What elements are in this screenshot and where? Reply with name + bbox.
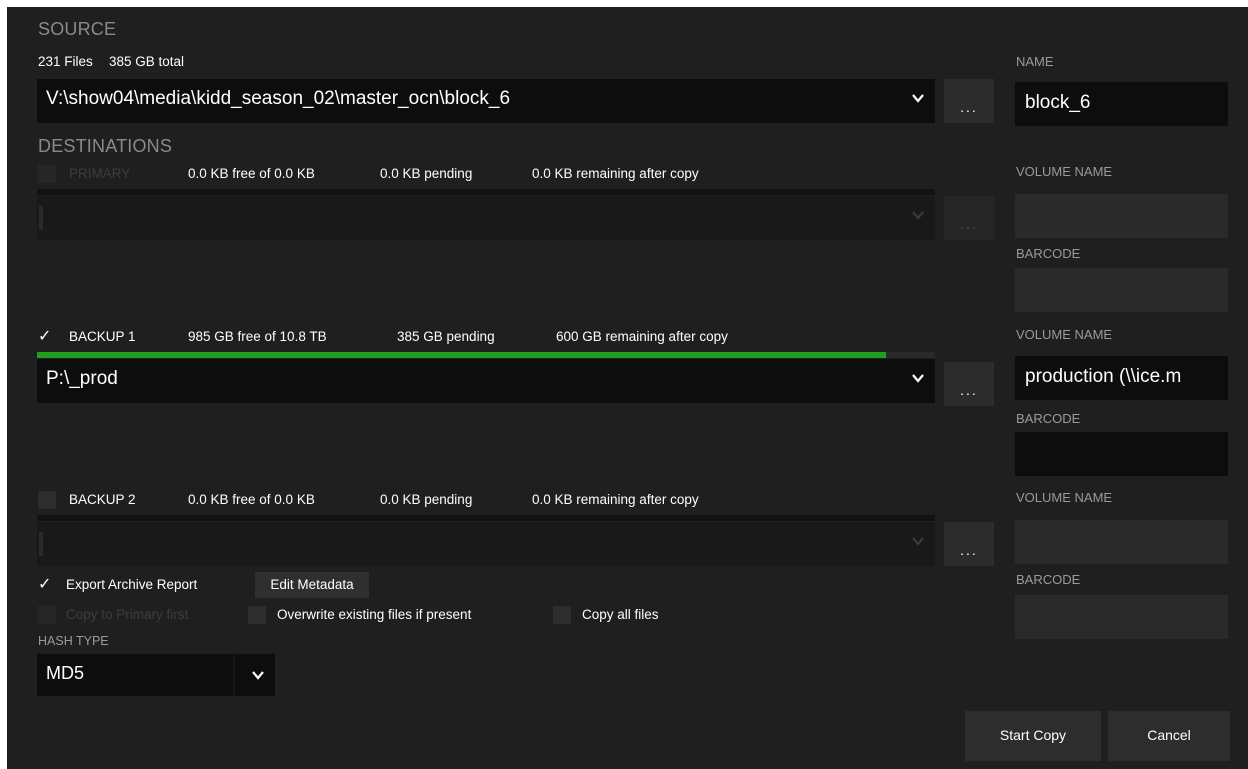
primary-browse-button[interactable]: ... xyxy=(944,196,994,240)
hash-type-dropdown[interactable]: MD5 xyxy=(37,654,275,696)
hash-type-divider xyxy=(233,654,235,696)
backup2-browse-button[interactable]: ... xyxy=(944,522,994,566)
primary-progress-bar xyxy=(37,189,935,195)
source-file-count: 231 Files xyxy=(38,54,93,69)
copy-all-files-checkbox[interactable] xyxy=(553,606,571,624)
overwrite-existing-checkbox[interactable] xyxy=(248,606,266,624)
primary-barcode-label: BARCODE xyxy=(1016,246,1081,261)
copy-dialog: SOURCE 231 Files 385 GB total V:\show04\… xyxy=(7,7,1248,769)
backup2-label: BACKUP 2 xyxy=(69,492,136,507)
backup2-barcode-field[interactable] xyxy=(1015,595,1228,639)
source-path-dropdown[interactable]: V:\show04\media\kidd_season_02\master_oc… xyxy=(37,79,935,123)
primary-volume-name-field[interactable] xyxy=(1015,194,1228,238)
chevron-down-icon[interactable] xyxy=(911,371,925,385)
backup2-progress-bar xyxy=(37,515,935,521)
backup1-path-dropdown[interactable]: P:\_prod xyxy=(37,359,935,403)
name-field[interactable]: block_6 xyxy=(1015,82,1228,126)
primary-pending: 0.0 KB pending xyxy=(380,166,473,181)
backup1-browse-button[interactable]: ... xyxy=(944,362,994,406)
export-archive-report-label: Export Archive Report xyxy=(66,577,198,592)
backup2-path-dropdown[interactable] xyxy=(37,522,935,566)
backup1-label: BACKUP 1 xyxy=(69,329,136,344)
backup1-path-value: P:\_prod xyxy=(46,368,118,389)
export-archive-report-checkbox[interactable]: ✓ xyxy=(38,576,56,594)
primary-remaining: 0.0 KB remaining after copy xyxy=(532,166,699,181)
backup1-progress-fill xyxy=(37,352,886,358)
backup1-progress-bar xyxy=(37,352,935,358)
start-copy-button[interactable]: Start Copy xyxy=(965,711,1101,761)
overwrite-existing-label: Overwrite existing files if present xyxy=(277,607,472,622)
backup2-pending: 0.0 KB pending xyxy=(380,492,473,507)
source-path-value: V:\show04\media\kidd_season_02\master_oc… xyxy=(46,88,511,109)
primary-path-dropdown[interactable] xyxy=(37,196,935,240)
chevron-down-icon[interactable] xyxy=(911,91,925,105)
backup1-volume-name-field[interactable]: production (\\ice.m xyxy=(1015,356,1228,400)
chevron-down-icon[interactable] xyxy=(251,668,265,682)
primary-free: 0.0 KB free of 0.0 KB xyxy=(188,166,315,181)
backup2-checkbox[interactable] xyxy=(38,491,56,509)
backup2-remaining: 0.0 KB remaining after copy xyxy=(532,492,699,507)
copy-to-primary-first-label: Copy to Primary first xyxy=(66,607,189,622)
backup2-free: 0.0 KB free of 0.0 KB xyxy=(188,492,315,507)
checkmark-icon: ✓ xyxy=(38,328,52,345)
chevron-down-icon[interactable] xyxy=(911,208,925,222)
primary-volume-name-label: VOLUME NAME xyxy=(1016,164,1113,179)
copy-all-files-label: Copy all files xyxy=(582,607,659,622)
edit-metadata-button[interactable]: Edit Metadata xyxy=(255,572,369,598)
copy-to-primary-first-checkbox[interactable] xyxy=(38,606,56,624)
source-title: SOURCE xyxy=(38,19,117,39)
backup2-path-cursor xyxy=(39,532,43,556)
backup1-barcode-label: BARCODE xyxy=(1016,411,1081,426)
chevron-down-icon[interactable] xyxy=(911,534,925,548)
backup1-pending: 385 GB pending xyxy=(397,329,495,344)
primary-path-cursor xyxy=(39,206,43,230)
backup1-free: 985 GB free of 10.8 TB xyxy=(188,329,327,344)
source-browse-button[interactable]: ... xyxy=(944,79,994,123)
checkmark-icon: ✓ xyxy=(38,576,52,593)
backup1-volume-name-label: VOLUME NAME xyxy=(1016,327,1113,342)
backup2-barcode-label: BARCODE xyxy=(1016,572,1081,587)
backup2-volume-name-field[interactable] xyxy=(1015,520,1228,564)
primary-barcode-field[interactable] xyxy=(1015,268,1228,312)
backup1-barcode-field[interactable] xyxy=(1015,432,1228,476)
source-total-size: 385 GB total xyxy=(109,54,185,69)
backup2-volume-name-label: VOLUME NAME xyxy=(1016,490,1113,505)
backup1-checkbox[interactable]: ✓ xyxy=(38,328,56,346)
backup1-remaining: 600 GB remaining after copy xyxy=(556,329,728,344)
destinations-title: DESTINATIONS xyxy=(38,136,173,156)
hash-type-value: MD5 xyxy=(46,663,85,683)
hash-type-label: HASH TYPE xyxy=(38,634,109,648)
cancel-button[interactable]: Cancel xyxy=(1108,711,1230,761)
name-label: NAME xyxy=(1016,54,1054,69)
primary-label: PRIMARY xyxy=(69,166,131,181)
primary-checkbox[interactable] xyxy=(38,165,56,183)
